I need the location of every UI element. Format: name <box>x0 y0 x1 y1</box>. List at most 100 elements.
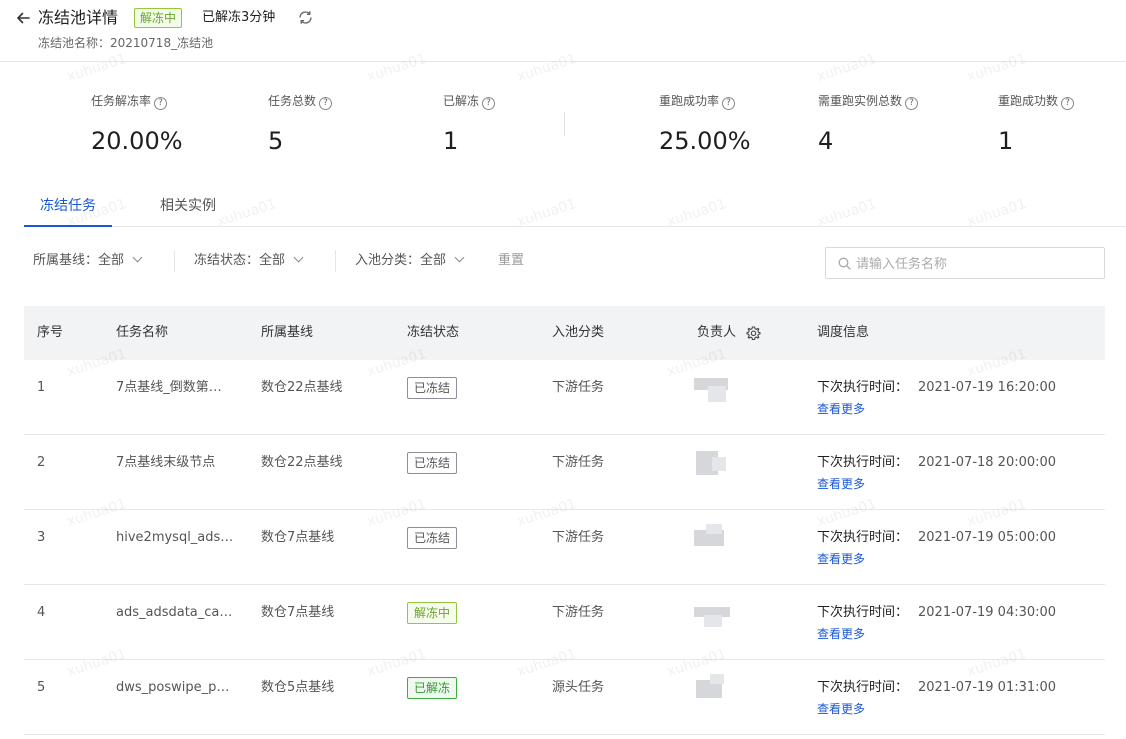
next-run-time: 2021-07-19 05:00:00 <box>918 530 1057 545</box>
filter-divider <box>174 250 175 272</box>
stat-value: 20.00% <box>91 127 183 155</box>
page-title: 冻结池详情 <box>38 8 119 27</box>
tab-active-indicator <box>24 225 112 227</box>
baseline-filter[interactable]: 所属基线：全部 <box>33 252 143 270</box>
thaw-duration: 已解冻3分钟 <box>202 10 276 25</box>
view-more-link[interactable]: 查看更多 <box>817 400 865 418</box>
stat-label: 需重跑实例总数 <box>818 94 903 108</box>
stat-label: 已解冻 <box>443 94 480 108</box>
refresh-icon[interactable] <box>297 9 314 26</box>
next-run-time: 2021-07-19 04:30:00 <box>918 605 1057 620</box>
stat-label: 任务解冻率 <box>91 94 152 108</box>
category-cell: 下游任务 <box>552 455 605 470</box>
task-name-link[interactable]: 7点基线末级节点 <box>116 453 215 473</box>
chevron-down-icon <box>132 252 143 263</box>
stat-label: 重跑成功数 <box>998 94 1059 108</box>
row-index: 1 <box>37 380 46 395</box>
help-icon[interactable]: ? <box>319 97 333 110</box>
column-header-baseline: 所属基线 <box>261 325 314 340</box>
next-run-time: 2021-07-19 01:31:00 <box>918 680 1057 695</box>
freeze-status-filter[interactable]: 冻结状态：全部 <box>194 252 304 270</box>
search-input[interactable] <box>856 254 1096 274</box>
avatar <box>694 447 734 479</box>
search-box <box>825 247 1105 279</box>
baseline-cell: 数仓7点基线 <box>261 530 335 545</box>
task-name-link[interactable]: dws_poswipe_p… <box>116 678 229 698</box>
task-name-link[interactable]: ads_adsdata_ca… <box>116 603 232 623</box>
row-index: 5 <box>37 680 46 695</box>
view-more-link[interactable]: 查看更多 <box>817 700 865 718</box>
status-badge: 已冻结 <box>407 527 458 549</box>
avatar <box>694 522 734 554</box>
view-more-link[interactable]: 查看更多 <box>817 550 865 568</box>
next-run-label: 下次执行时间： <box>817 605 909 620</box>
back-arrow-icon[interactable] <box>14 9 32 27</box>
next-run-label: 下次执行时间： <box>817 530 909 545</box>
pool-category-filter[interactable]: 入池分类：全部 <box>355 252 465 270</box>
column-header-freeze-status: 冻结状态 <box>407 325 460 340</box>
column-header-index: 序号 <box>37 325 64 340</box>
next-run-time: 2021-07-19 16:20:00 <box>918 380 1057 395</box>
status-badge: 解冻中 <box>407 602 458 624</box>
tab-bar: 冻结任务 相关实例 <box>24 190 1126 227</box>
tab-frozen-tasks[interactable]: 冻结任务 <box>40 196 96 216</box>
task-name-link[interactable]: hive2mysql_ads… <box>116 528 233 548</box>
stat-value: 1 <box>998 127 1014 155</box>
help-icon[interactable]: ? <box>1061 97 1075 110</box>
stat-label: 重跑成功率 <box>659 94 720 108</box>
reset-button[interactable]: 重置 <box>498 252 524 270</box>
next-run-label: 下次执行时间： <box>817 380 909 395</box>
tab-related-instances[interactable]: 相关实例 <box>160 196 216 216</box>
table-row[interactable]: 5 dws_poswipe_p… 数仓5点基线 已解冻 源头任务 下次执行时间：… <box>24 660 1105 735</box>
column-header-owner: 负责人 <box>697 325 737 340</box>
avatar <box>694 672 734 704</box>
status-badge: 已解冻 <box>407 677 458 699</box>
stats-divider <box>564 112 565 136</box>
filter-bar: 所属基线：全部 冻结状态：全部 入池分类：全部 重置 <box>0 244 1126 280</box>
baseline-cell: 数仓22点基线 <box>261 380 343 395</box>
next-run-time: 2021-07-18 20:00:00 <box>918 455 1057 470</box>
view-more-link[interactable]: 查看更多 <box>817 625 865 643</box>
help-icon[interactable]: ? <box>482 97 496 110</box>
category-cell: 源头任务 <box>552 680 605 695</box>
stat-value: 4 <box>818 127 834 155</box>
baseline-cell: 数仓7点基线 <box>261 605 335 620</box>
task-name-link[interactable]: 7点基线_倒数第… <box>116 378 222 398</box>
avatar <box>694 597 734 629</box>
pool-category-filter-label: 入池分类：全部 <box>355 253 447 268</box>
baseline-cell: 数仓5点基线 <box>261 680 335 695</box>
column-header-schedule: 调度信息 <box>817 325 870 340</box>
pool-name: 冻结池名称：20210718_冻结池 <box>38 36 214 50</box>
status-badge: 已冻结 <box>407 377 458 399</box>
baseline-filter-label: 所属基线：全部 <box>33 253 125 268</box>
pool-status-badge: 解冻中 <box>134 8 183 28</box>
page-header: 冻结池详情 解冻中 已解冻3分钟 冻结池名称：20210718_冻结池 <box>0 0 1126 62</box>
help-icon[interactable]: ? <box>722 97 736 110</box>
stat-value: 5 <box>268 127 284 155</box>
table-row[interactable]: 1 7点基线_倒数第… 数仓22点基线 已冻结 下游任务 下次执行时间： 202… <box>24 360 1105 435</box>
table-row[interactable]: 2 7点基线末级节点 数仓22点基线 已冻结 下游任务 下次执行时间： 2021… <box>24 435 1105 510</box>
column-header-pool-category: 入池分类 <box>552 325 605 340</box>
table-row[interactable]: 4 ads_adsdata_ca… 数仓7点基线 解冻中 下游任务 下次执行时间… <box>24 585 1105 660</box>
view-more-link[interactable]: 查看更多 <box>817 475 865 493</box>
help-icon[interactable]: ? <box>154 97 168 110</box>
category-cell: 下游任务 <box>552 605 605 620</box>
column-header-name: 任务名称 <box>116 325 169 340</box>
category-cell: 下游任务 <box>552 530 605 545</box>
status-badge: 已冻结 <box>407 452 458 474</box>
table-row[interactable]: 3 hive2mysql_ads… 数仓7点基线 已冻结 下游任务 下次执行时间… <box>24 510 1105 585</box>
search-icon <box>838 257 851 270</box>
stat-value: 25.00% <box>659 127 751 155</box>
help-icon[interactable]: ? <box>905 97 919 110</box>
freeze-status-filter-label: 冻结状态：全部 <box>194 253 286 268</box>
row-index: 2 <box>37 455 46 470</box>
stat-label: 任务总数 <box>268 94 317 108</box>
row-index: 4 <box>37 605 46 620</box>
stats-panel: 任务解冻率? 20.00% 任务总数? 5 已解冻? 1 重跑成功率? 25.0… <box>0 62 1126 180</box>
chevron-down-icon <box>454 252 465 263</box>
table-header: 序号 任务名称 所属基线 冻结状态 入池分类 负责人 调度信息 <box>24 306 1105 360</box>
baseline-cell: 数仓22点基线 <box>261 455 343 470</box>
category-cell: 下游任务 <box>552 380 605 395</box>
gear-icon[interactable] <box>746 326 761 341</box>
filter-divider <box>335 250 336 272</box>
